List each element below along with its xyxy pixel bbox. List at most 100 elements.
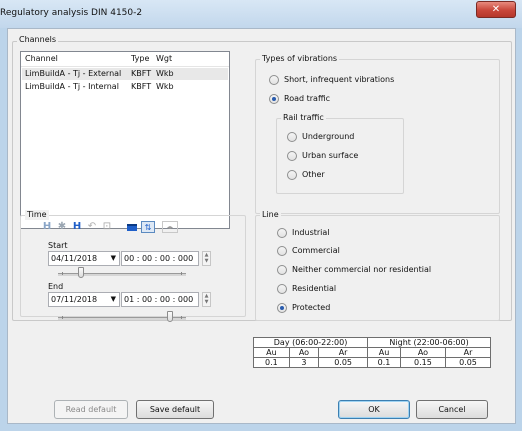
- end-time-spinner[interactable]: ▲ ▼: [202, 292, 211, 307]
- radio-commercial[interactable]: Commercial: [277, 244, 477, 258]
- radio-label: Industrial: [292, 228, 330, 237]
- radio-neither-commercial-nor-residential[interactable]: Neither commercial nor residential: [277, 263, 487, 277]
- start-time-spinner[interactable]: ▲ ▼: [202, 251, 211, 266]
- time-toolbar: H ✱ H ↶ ⊡ ⇅ ◂▸: [41, 221, 221, 235]
- radio-protected[interactable]: Protected: [277, 301, 477, 315]
- start-time-input[interactable]: 00 : 00 : 00 : 000: [121, 251, 199, 266]
- radio-industrial[interactable]: Industrial: [277, 226, 477, 240]
- chevron-down-icon: ▼: [110, 254, 116, 262]
- chevron-down-icon: ▼: [110, 295, 116, 303]
- start-time-value: 00 : 00 : 00 : 000: [124, 254, 194, 263]
- window-title: Regulatory analysis DIN 4150-2: [0, 8, 143, 18]
- read-default-button[interactable]: Read default: [54, 400, 128, 419]
- radio-label: Commercial: [292, 246, 340, 255]
- column-header-type[interactable]: Type: [131, 52, 149, 66]
- radio-label: Short, infrequent vibrations: [284, 75, 395, 84]
- slider-tick: [181, 316, 182, 319]
- radio-circle: [277, 284, 287, 294]
- end-time-input[interactable]: 01 : 00 : 00 : 000: [121, 292, 199, 307]
- channel-name: LimBuildA - Tj - External: [25, 69, 122, 78]
- radio-circle-selected: [277, 303, 287, 313]
- channel-wgt: Wkb: [156, 69, 174, 78]
- window-icon[interactable]: [126, 221, 138, 233]
- slider-thumb[interactable]: [78, 267, 84, 278]
- cancel-button[interactable]: Cancel: [416, 400, 488, 419]
- table-row[interactable]: LimBuildA - Tj - External KBFT Wkb: [22, 68, 228, 80]
- radio-circle: [287, 132, 297, 142]
- channels-list[interactable]: Channel Type Wgt LimBuildA - Tj - Extern…: [20, 51, 230, 229]
- value-cell: 0.1: [367, 357, 401, 368]
- parameter-table: Day (06:00-22:00) Night (22:00-06:00) Au…: [252, 337, 492, 368]
- column-header-wgt[interactable]: Wgt: [156, 52, 172, 66]
- radio-road-traffic[interactable]: Road traffic: [269, 92, 469, 106]
- title-bar[interactable]: Regulatory analysis DIN 4150-2 ✕: [0, 0, 522, 28]
- channel-type: KBFT: [131, 69, 152, 78]
- slider-thumb[interactable]: [167, 311, 173, 322]
- radio-label: Urban surface: [302, 151, 359, 160]
- end-time-value: 01 : 00 : 00 : 000: [124, 295, 194, 304]
- radio-label: Protected: [292, 303, 331, 312]
- radio-circle: [269, 75, 279, 85]
- dialog-window: Regulatory analysis DIN 4150-2 ✕ Channel…: [0, 0, 522, 431]
- cursor-blue-bracket-icon[interactable]: H: [71, 221, 83, 233]
- zoom-fit-icon[interactable]: ⊡: [101, 221, 113, 233]
- channels-group-title: Channels: [17, 35, 59, 45]
- radio-circle: [277, 228, 287, 238]
- end-date-picker[interactable]: 07/11/2018 ▼: [48, 292, 120, 307]
- time-group-title: Time: [25, 210, 49, 220]
- list-header-divider: [21, 66, 229, 67]
- radio-label: Road traffic: [284, 94, 331, 103]
- radio-underground[interactable]: Underground: [287, 130, 397, 144]
- radio-short-infrequent[interactable]: Short, infrequent vibrations: [269, 73, 469, 87]
- end-label: End: [48, 282, 64, 291]
- radio-label: Neither commercial nor residential: [292, 265, 432, 274]
- sub-header: Ao: [288, 347, 320, 358]
- radio-label: Residential: [292, 284, 337, 293]
- day-header: Day (06:00-22:00): [252, 337, 369, 348]
- radio-residential[interactable]: Residential: [277, 282, 477, 296]
- slider-tick: [62, 272, 63, 275]
- channel-type: KBFT: [131, 82, 152, 91]
- rail-traffic-title: Rail traffic: [281, 113, 326, 123]
- table-row[interactable]: LimBuildA - Tj - Internal KBFT Wkb: [22, 81, 228, 93]
- start-date-picker[interactable]: 04/11/2018 ▼: [48, 251, 120, 266]
- value-cell: 0.05: [318, 357, 369, 368]
- slider-tick: [62, 316, 63, 319]
- radio-circle: [277, 246, 287, 256]
- types-of-vibrations-title: Types of vibrations: [260, 54, 340, 64]
- start-slider[interactable]: [58, 267, 186, 281]
- radio-circle: [287, 170, 297, 180]
- link-cursors-icon[interactable]: ⇅: [141, 221, 155, 233]
- close-icon: ✕: [491, 4, 501, 15]
- line-group-title: Line: [260, 210, 281, 220]
- cursor-bracket-icon[interactable]: H: [41, 221, 53, 233]
- radio-urban-surface[interactable]: Urban surface: [287, 149, 397, 163]
- value-cell: 0.05: [444, 357, 492, 368]
- start-label: Start: [48, 241, 68, 250]
- ok-button[interactable]: OK: [338, 400, 410, 419]
- cursor-cross-icon[interactable]: ✱: [56, 221, 68, 233]
- column-header-channel[interactable]: Channel: [25, 52, 58, 66]
- radio-circle-selected: [269, 94, 279, 104]
- radio-circle: [277, 265, 287, 275]
- night-header: Night (22:00-06:00): [367, 337, 491, 348]
- sub-header: Au: [253, 347, 290, 358]
- undo-icon[interactable]: ↶: [86, 221, 98, 233]
- dialog-client-area: Channels Channel Type Wgt LimBuildA - Tj…: [7, 28, 516, 424]
- end-slider[interactable]: [58, 311, 186, 325]
- value-cell: 0.15: [399, 357, 446, 368]
- end-date-value: 07/11/2018: [51, 295, 98, 304]
- sub-header: Ao: [399, 347, 446, 358]
- value-cell: 3: [288, 357, 320, 368]
- close-button[interactable]: ✕: [476, 1, 516, 18]
- start-date-value: 04/11/2018: [51, 254, 98, 263]
- channel-wgt: Wkb: [156, 82, 174, 91]
- channel-name: LimBuildA - Tj - Internal: [25, 82, 119, 91]
- save-default-button[interactable]: Save default: [136, 400, 214, 419]
- radio-other[interactable]: Other: [287, 168, 397, 182]
- window-shape: [127, 224, 137, 231]
- value-cell: 0.1: [253, 357, 290, 368]
- sub-header: Au: [367, 347, 401, 358]
- scroll-arrows-icon[interactable]: ◂▸: [162, 221, 178, 233]
- slider-tick: [181, 272, 182, 275]
